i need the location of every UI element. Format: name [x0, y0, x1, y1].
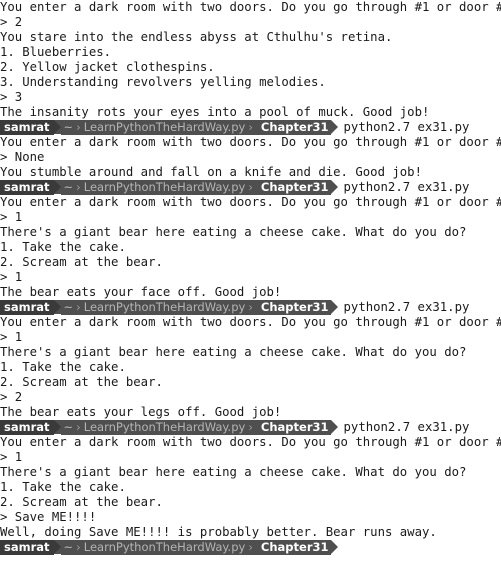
output-line: You enter a dark room with two doors. Do… — [0, 195, 501, 209]
output-line: > None — [0, 150, 45, 164]
prompt-line: samrat ~ › LearnPythonTheHardWay.py › Chapter… — [0, 540, 501, 555]
prompt-path-segment: ~ — [63, 180, 74, 194]
output-line: You stare into the endless abyss at Cthu… — [0, 30, 393, 44]
prompt-end-arrow-icon — [330, 300, 338, 314]
prompt-arrow-icon — [53, 300, 61, 314]
prompt-separator-icon: › — [248, 420, 253, 434]
prompt-arrow-icon — [53, 420, 61, 434]
prompt-user: samrat — [0, 420, 54, 435]
output-line: > 3 — [0, 90, 23, 104]
prompt-arrow-icon — [53, 180, 61, 194]
output-line: 1. Blueberries. — [0, 45, 112, 59]
prompt-path-segment: LearnPythonTheHardWay.py — [83, 180, 246, 194]
output-line: There's a giant bear here eating a chees… — [0, 225, 467, 239]
prompt-end-arrow-icon — [330, 540, 338, 554]
output-line: 2. Yellow jacket clothespins. — [0, 60, 215, 74]
prompt-path-segment: LearnPythonTheHardWay.py — [83, 540, 246, 554]
prompt-path-segment: ~ — [63, 420, 74, 434]
output-line: > 2 — [0, 390, 23, 404]
output-line: You enter a dark room with two doors. Do… — [0, 435, 501, 449]
output-line: 2. Scream at the bear. — [0, 255, 163, 269]
prompt-arrow-icon — [53, 540, 61, 554]
prompt-line: samrat ~ › LearnPythonTheHardWay.py › Chapter… — [0, 120, 501, 135]
prompt-path-segment: ~ — [63, 300, 74, 314]
prompt-separator-icon: › — [248, 180, 253, 194]
prompt-end-arrow-icon — [330, 180, 338, 194]
output-line: > 2 — [0, 15, 23, 29]
prompt-current-dir: Chapter31 — [257, 180, 331, 195]
output-line: The insanity rots your eyes into a pool … — [0, 105, 430, 119]
output-line: Well, doing Save ME!!!! is probably bett… — [0, 525, 437, 539]
terminal-output[interactable]: You enter a dark room with two doors. Do… — [0, 0, 501, 571]
output-line: > Save ME!!!! — [0, 510, 97, 524]
output-line: > 1 — [0, 210, 23, 224]
prompt-current-dir: Chapter31 — [257, 420, 331, 435]
prompt-user: samrat — [0, 540, 54, 555]
output-line: 2. Scream at the bear. — [0, 495, 163, 509]
prompt-path: ~ › LearnPythonTheHardWay.py › — [60, 300, 258, 315]
prompt-line: samrat ~ › LearnPythonTheHardWay.py › Chapter… — [0, 420, 501, 435]
output-line: You enter a dark room with two doors. Do… — [0, 135, 501, 149]
output-line: 2. Scream at the bear. — [0, 375, 163, 389]
prompt-separator-icon: › — [76, 300, 81, 314]
output-line: 1. Take the cake. — [0, 360, 126, 374]
prompt-current-dir: Chapter31 — [257, 120, 331, 135]
prompt-path-segment: LearnPythonTheHardWay.py — [83, 120, 246, 134]
prompt-user: samrat — [0, 120, 54, 135]
prompt-path: ~ › LearnPythonTheHardWay.py › — [60, 180, 258, 195]
prompt-end-arrow-icon — [330, 120, 338, 134]
output-line: > 1 — [0, 330, 23, 344]
prompt-path-segment: ~ — [63, 540, 74, 554]
prompt-line: samrat ~ › LearnPythonTheHardWay.py › Chapter… — [0, 180, 501, 195]
command-text: python2.7 ex31.py — [343, 420, 470, 434]
prompt-end-arrow-icon — [330, 420, 338, 434]
prompt-path: ~ › LearnPythonTheHardWay.py › — [60, 540, 258, 555]
prompt-path-segment: ~ — [63, 120, 74, 134]
command-text — [338, 540, 344, 555]
output-line: > 1 — [0, 270, 23, 284]
prompt-separator-icon: › — [76, 180, 81, 194]
output-line: 1. Take the cake. — [0, 240, 126, 254]
output-line: There's a giant bear here eating a chees… — [0, 345, 467, 359]
output-line: There's a giant bear here eating a chees… — [0, 465, 467, 479]
prompt-arrow-icon — [53, 120, 61, 134]
prompt-separator-icon: › — [76, 540, 81, 554]
prompt-path-segment: LearnPythonTheHardWay.py — [83, 420, 246, 434]
prompt-separator-icon: › — [248, 120, 253, 134]
prompt-path-segment: LearnPythonTheHardWay.py — [83, 300, 246, 314]
output-line: You enter a dark room with two doors. Do… — [0, 315, 501, 329]
output-line: You stumble around and fall on a knife a… — [0, 165, 422, 179]
prompt-current-dir: Chapter31 — [257, 540, 331, 555]
prompt-separator-icon: › — [76, 120, 81, 134]
output-line: 1. Take the cake. — [0, 480, 126, 494]
prompt-separator-icon: › — [248, 540, 253, 554]
output-line: 3. Understanding revolvers yelling melod… — [0, 75, 326, 89]
output-line: > 1 — [0, 450, 23, 464]
prompt-separator-icon: › — [248, 300, 253, 314]
prompt-line: samrat ~ › LearnPythonTheHardWay.py › Chapter… — [0, 300, 501, 315]
output-line: You enter a dark room with two doors. Do… — [0, 0, 501, 14]
prompt-path: ~ › LearnPythonTheHardWay.py › — [60, 420, 258, 435]
command-text: python2.7 ex31.py — [343, 120, 470, 134]
prompt-user: samrat — [0, 180, 54, 195]
prompt-user: samrat — [0, 300, 54, 315]
command-text: python2.7 ex31.py — [343, 300, 470, 314]
output-line: The bear eats your legs off. Good job! — [0, 405, 282, 419]
command-text: python2.7 ex31.py — [343, 180, 470, 194]
prompt-separator-icon: › — [76, 420, 81, 434]
prompt-path: ~ › LearnPythonTheHardWay.py › — [60, 120, 258, 135]
prompt-current-dir: Chapter31 — [257, 300, 331, 315]
output-line: The bear eats your face off. Good job! — [0, 285, 282, 299]
